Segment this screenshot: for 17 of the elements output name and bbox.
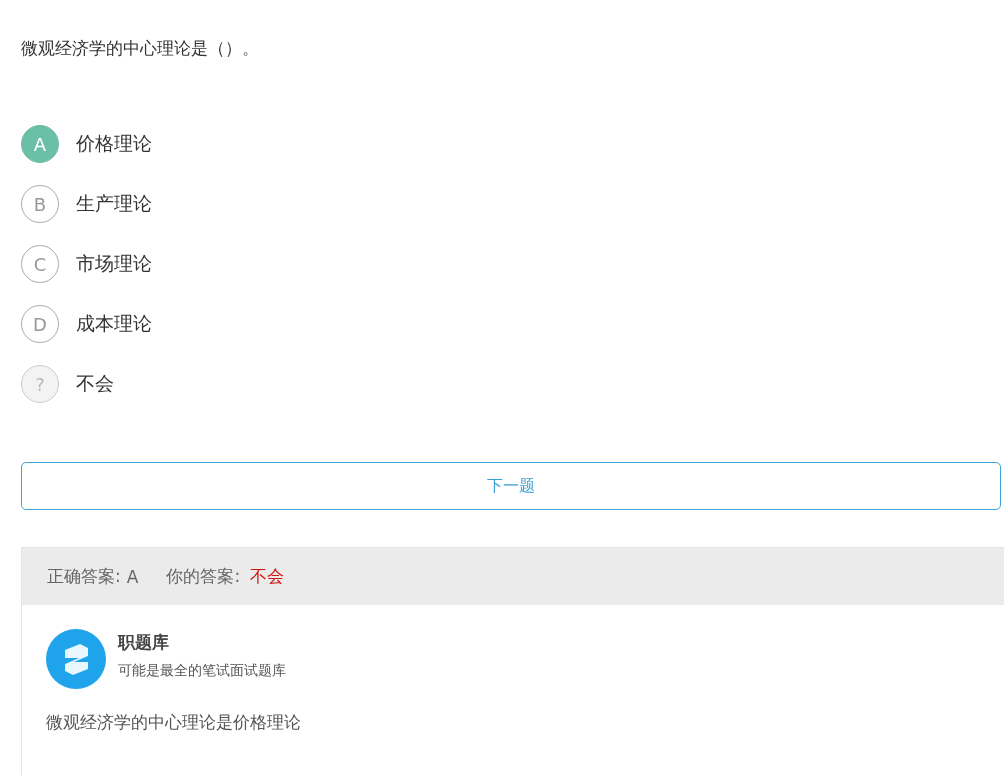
- option-label[interactable]: 成本理论: [76, 311, 152, 337]
- option-label[interactable]: 生产理论: [76, 191, 152, 217]
- source-name: 职题库: [118, 631, 170, 654]
- correct-answer-label: 正确答案:: [47, 565, 121, 588]
- source-tagline: 可能是最全的笔试面试题库: [118, 662, 286, 680]
- option-label[interactable]: 不会: [76, 371, 114, 397]
- logo-icon: [46, 629, 106, 689]
- your-answer-value: 不会: [250, 565, 285, 588]
- correct-answer-value: A: [126, 566, 139, 587]
- option-label[interactable]: 价格理论: [76, 131, 152, 157]
- explanation-text: 微观经济学的中心理论是价格理论: [46, 711, 302, 734]
- question-text: 微观经济学的中心理论是（）。: [21, 37, 260, 60]
- next-button[interactable]: 下一题: [21, 462, 1001, 510]
- your-answer-label: 你的答案:: [166, 565, 241, 588]
- option-label[interactable]: 市场理论: [76, 251, 152, 277]
- option-marker[interactable]: ?: [21, 365, 59, 403]
- option-marker[interactable]: A: [21, 125, 59, 163]
